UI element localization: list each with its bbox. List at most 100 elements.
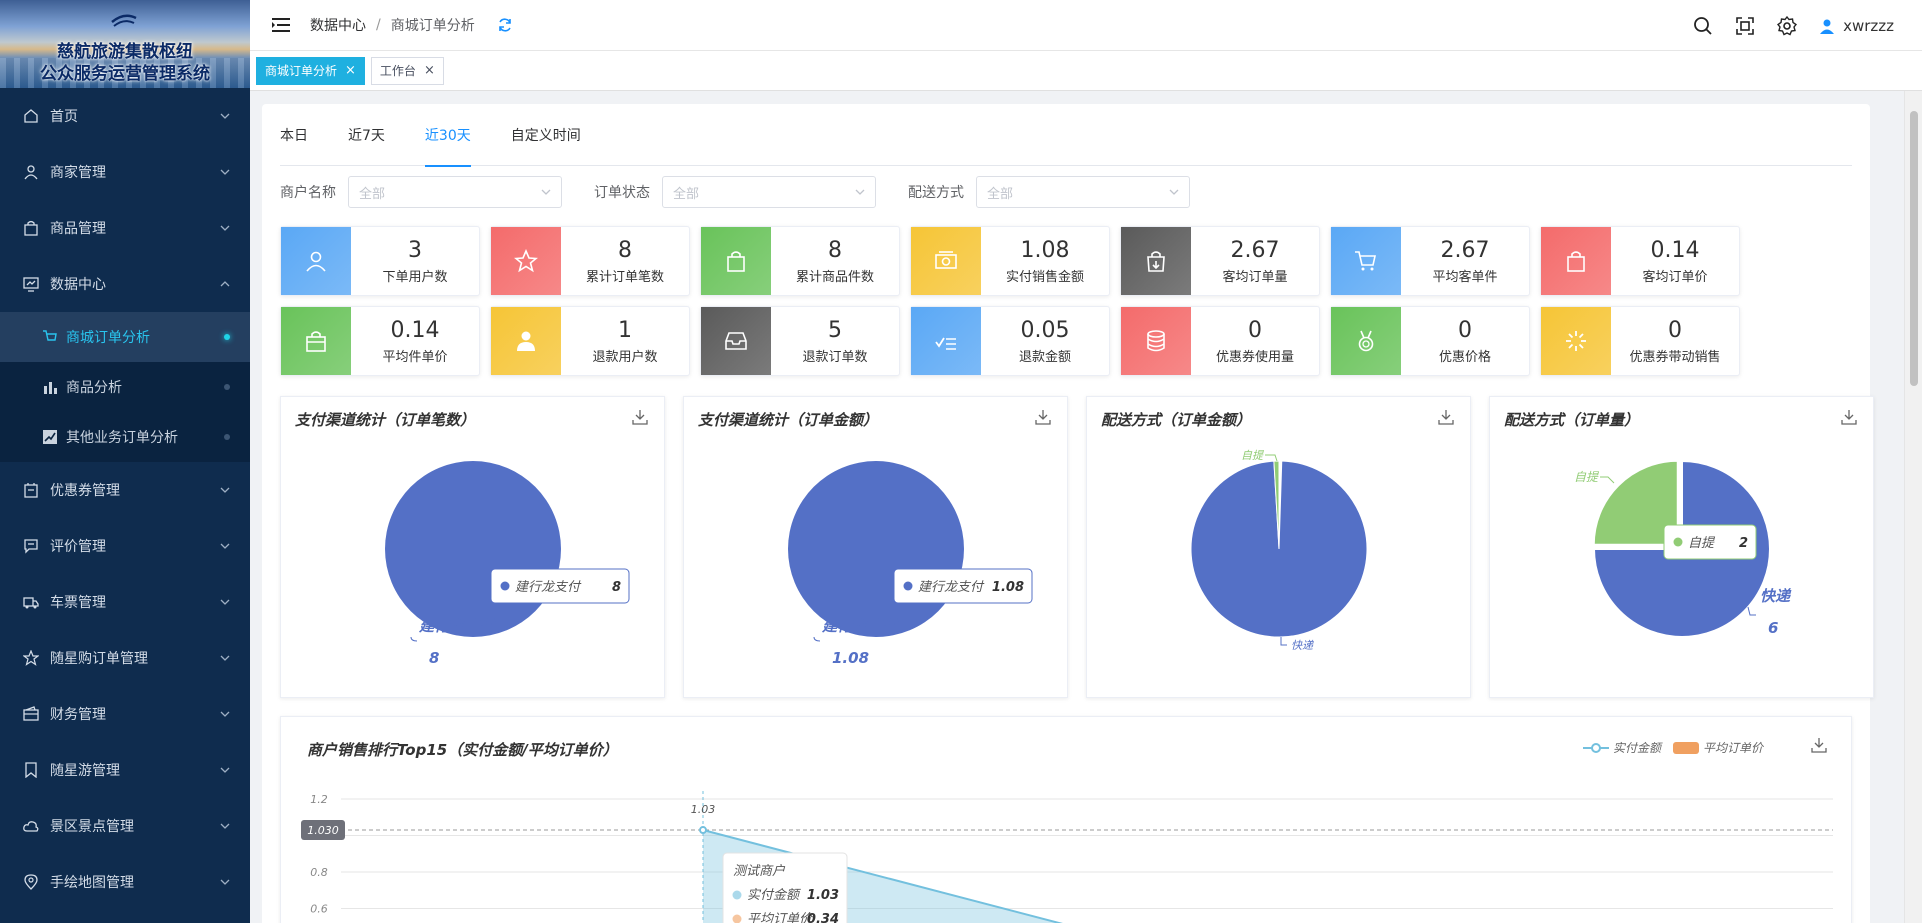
filter-order-status: 订单状态 全部 [594, 176, 876, 208]
inbox-icon [701, 307, 771, 375]
close-icon[interactable]: × [345, 63, 356, 78]
sidebar-subitem-other-order-analysis[interactable]: 其他业务订单分析 [0, 412, 250, 462]
header-actions: xwrzzz [1693, 0, 1894, 51]
sidebar-item-label: 车票管理 [50, 595, 106, 611]
breadcrumb-root[interactable]: 数据中心 [310, 15, 366, 35]
sidebar-item-review[interactable]: 评价管理 [0, 518, 250, 574]
user-menu[interactable]: xwrzzz [1819, 17, 1894, 35]
pie-slice[interactable] [788, 461, 964, 637]
sidebar-item-ticket[interactable]: 车票管理 [0, 574, 250, 630]
sidebar-subitem-mall-order-analysis[interactable]: 商城订单分析 [0, 312, 250, 362]
check-list-icon [911, 307, 981, 375]
star-icon [22, 649, 40, 667]
tooltip-value: 2 [1739, 536, 1748, 551]
dot-icon [224, 384, 230, 390]
pie-label-name: 快递 [1760, 587, 1792, 605]
line-chart-icon [42, 429, 58, 445]
sidebar: 慈航旅游集散枢纽 公众服务运营管理系统 首页 商家管理 商品管理 数据中心 商城… [0, 0, 250, 923]
scrollbar-thumb[interactable] [1910, 111, 1918, 386]
stat-card: 0 优惠价格 [1330, 306, 1530, 376]
filter-label: 配送方式 [908, 185, 964, 201]
tag-mall-order-analysis[interactable]: 商城订单分析 × [256, 56, 365, 85]
sidebar-item-star-order[interactable]: 随星购订单管理 [0, 630, 250, 686]
sidebar-item-merchant[interactable]: 商家管理 [0, 144, 250, 200]
search-icon[interactable] [1693, 16, 1713, 36]
stat-body: 2.67 客均订单量 [1191, 227, 1319, 295]
sidebar-subitem-label: 商品分析 [66, 380, 122, 396]
label-line [1600, 476, 1615, 484]
wallet-icon [22, 705, 40, 723]
pie-label-name: 建行龙支付 [821, 617, 900, 635]
app-logo: 慈航旅游集散枢纽 公众服务运营管理系统 [0, 0, 250, 88]
filter-label: 商户名称 [280, 185, 336, 201]
data-point[interactable] [699, 826, 707, 835]
pie-label-name: 自提 [1241, 449, 1264, 462]
sidebar-item-label: 数据中心 [50, 277, 106, 293]
sidebar-item-scenic[interactable]: 景区景点管理 [0, 798, 250, 854]
money-icon [911, 227, 981, 295]
tag-workbench[interactable]: 工作台 × [370, 56, 444, 85]
stat-value: 3 [408, 237, 422, 263]
chevron-down-icon [220, 543, 230, 549]
database-icon [1121, 307, 1191, 375]
stat-card: 8 累计商品件数 [700, 226, 900, 296]
sidebar-subitem-goods-analysis[interactable]: 商品分析 [0, 362, 250, 412]
close-icon[interactable]: × [424, 63, 435, 78]
tab-30days[interactable]: 近30天 [424, 126, 471, 167]
chart-icon [22, 275, 40, 293]
tab-7days[interactable]: 近7天 [348, 126, 385, 166]
delivery-select[interactable]: 全部 [976, 176, 1190, 208]
menu-toggle-icon[interactable] [272, 18, 290, 32]
chevron-down-icon [220, 879, 230, 885]
app-title-line2: 公众服务运营管理系统 [40, 64, 210, 84]
order-status-select[interactable]: 全部 [662, 176, 876, 208]
tag-label: 工作台 [379, 64, 416, 78]
sidebar-item-goods[interactable]: 商品管理 [0, 200, 250, 256]
stat-card: 1 退款用户数 [490, 306, 690, 376]
pie-slice[interactable] [385, 461, 561, 637]
pie-chart: 建行龙支付 8 建行龙支付 8 [385, 461, 630, 667]
select-placeholder: 全部 [987, 186, 1014, 202]
filter-label: 订单状态 [594, 185, 650, 201]
tab-custom-time[interactable]: 自定义时间 [511, 126, 581, 166]
pie-chart: 建行龙支付 1.08 建行龙支付 1.08 [788, 461, 1033, 667]
filters: 商户名称 全部 订单状态 全部 配送方式 全部 [280, 176, 1222, 208]
chevron-down-icon [220, 599, 230, 605]
y-tick-label: 0.8 [310, 866, 328, 879]
label-line [1265, 454, 1278, 462]
user-avatar-icon [1820, 19, 1835, 34]
stat-value: 2.67 [1440, 237, 1490, 263]
sidebar-item-data-center[interactable]: 数据中心 [0, 256, 250, 312]
stat-body: 0 优惠价格 [1401, 307, 1529, 375]
sidebar-item-home[interactable]: 首页 [0, 88, 250, 144]
stat-value: 0.05 [1020, 317, 1070, 343]
tooltip-marker [500, 581, 510, 591]
stat-value: 0 [1458, 317, 1472, 343]
sidebar-item-finance[interactable]: 财务管理 [0, 686, 250, 742]
tooltip-name: 建行龙支付 [918, 580, 985, 595]
chevron-down-icon [220, 169, 230, 175]
pie-card-delivery-count: 配送方式（订单量） 自提 快递 6 自提 2 [1489, 396, 1874, 698]
stat-cards: 3 下单用户数 8 累计订单笔数 8 累计商品件数 1.08 实付销售金额 2.67 客均订单量 2… [280, 226, 1780, 376]
filter-merchant: 商户名称 全部 [280, 176, 562, 208]
stat-label: 退款用户数 [592, 349, 658, 365]
fullscreen-icon[interactable] [1735, 16, 1755, 36]
stat-body: 0.14 平均件单价 [351, 307, 479, 375]
merchant-select[interactable]: 全部 [348, 176, 562, 208]
bar-chart-icon [42, 379, 58, 395]
sidebar-item-label: 随星游管理 [50, 763, 120, 779]
sidebar-item-coupon[interactable]: 优惠券管理 [0, 462, 250, 518]
scrollbar[interactable] [1904, 91, 1922, 923]
chevron-down-icon [1169, 189, 1179, 195]
tooltip-name: 自提 [1688, 536, 1716, 551]
refresh-icon[interactable] [497, 17, 513, 33]
tab-today[interactable]: 本日 [280, 126, 308, 166]
gear-icon[interactable] [1777, 15, 1798, 36]
sidebar-item-map[interactable]: 手绘地图管理 [0, 854, 250, 910]
sidebar-item-label: 评价管理 [50, 539, 106, 555]
sidebar-item-star-travel[interactable]: 随星游管理 [0, 742, 250, 798]
select-placeholder: 全部 [673, 186, 700, 202]
stat-body: 0 优惠券使用量 [1191, 307, 1319, 375]
stat-card: 8 累计订单笔数 [490, 226, 690, 296]
pie-chart: 自提快递 [1190, 449, 1368, 652]
